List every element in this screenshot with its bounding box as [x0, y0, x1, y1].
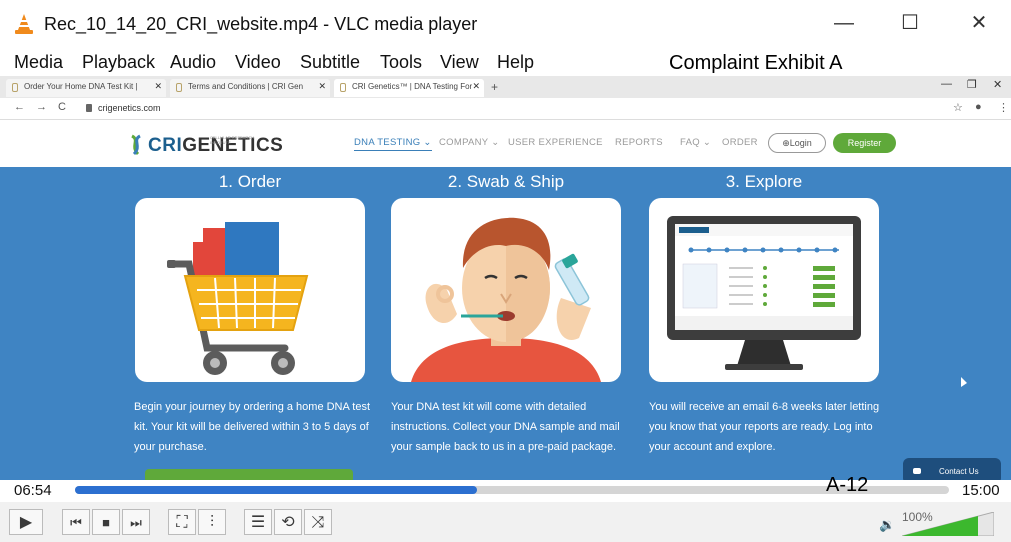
stop-button[interactable]: ■	[92, 509, 120, 535]
menu-help[interactable]: Help	[497, 52, 534, 73]
vlc-title-bar: Rec_10_14_20_CRI_website.mp4 - VLC media…	[0, 0, 1011, 48]
step-desc-swab: Your DNA test kit will come with detaile…	[391, 401, 620, 453]
register-button[interactable]: Register	[833, 133, 896, 153]
dna-logo-icon	[131, 134, 141, 156]
play-button[interactable]: ▶	[9, 509, 43, 535]
login-button[interactable]: ⊕Login	[768, 133, 826, 153]
close-button[interactable]: ✕	[966, 10, 992, 36]
contact-us-button[interactable]: Contact Us	[903, 458, 1001, 480]
exhibit-label: Complaint Exhibit A	[669, 52, 843, 74]
browser-tab-active[interactable]: CRI Genetics™ | DNA Testing For ✕	[334, 79, 484, 97]
order-card	[135, 198, 365, 382]
seek-bar[interactable]	[75, 486, 949, 494]
chat-bubble-icon	[913, 468, 921, 474]
vlc-controls: ▶ ⏮ ■ ⏭ ⛶ ⫶ ☰ ⟲ ⤨ 🔉 100%	[0, 502, 1011, 542]
favicon-icon	[176, 83, 182, 92]
explore-card	[649, 198, 879, 382]
step-desc-order: Begin your journey by ordering a home DN…	[134, 401, 371, 453]
browser-restore-button[interactable]: ❐	[967, 78, 977, 91]
browser-tab[interactable]: Order Your Home DNA Test Kit | ✕	[6, 79, 166, 97]
bookmark-star-icon[interactable]: ☆	[953, 101, 963, 114]
tab-title: Terms and Conditions | CRI Gen	[188, 82, 304, 91]
shuffle-button[interactable]: ⤨	[304, 509, 332, 535]
step-title-swab: 2. Swab & Ship	[447, 172, 565, 191]
loop-button[interactable]: ⟲	[274, 509, 302, 535]
next-button[interactable]: ⏭	[122, 509, 150, 535]
tab-close-icon[interactable]: ✕	[154, 81, 162, 92]
elapsed-time: 06:54	[14, 482, 52, 499]
computer-monitor-illustration	[667, 216, 861, 370]
minimize-button[interactable]: —	[831, 10, 857, 36]
logo-tagline: CELLULAR RESEARCH INSTITUTE	[210, 135, 255, 145]
seek-progress	[75, 486, 478, 494]
mouse-cursor-icon	[961, 377, 967, 387]
nav-faq[interactable]: FAQ ⌄	[680, 137, 711, 148]
nav-reports[interactable]: REPORTS	[615, 137, 663, 148]
swab-ship-card	[391, 198, 621, 382]
exhibit-page-label: A-12	[826, 474, 869, 496]
browser-minimize-button[interactable]: —	[941, 78, 952, 90]
shopping-cart-icon	[167, 222, 309, 375]
nav-dna-testing[interactable]: DNA TESTING ⌄	[354, 137, 432, 151]
nav-order[interactable]: ORDER	[722, 137, 758, 148]
order-now-button[interactable]	[145, 469, 353, 480]
lock-icon	[86, 104, 92, 112]
extended-settings-button[interactable]: ⫶	[198, 509, 226, 535]
vlc-seek-row: 06:54 A-12 15:00	[0, 474, 1011, 502]
browser-tab-strip: Order Your Home DNA Test Kit | ✕ Terms a…	[0, 76, 1011, 98]
total-time: 15:00	[962, 482, 1000, 499]
browser-menu-icon[interactable]: ⋮	[998, 101, 1009, 114]
new-tab-button[interactable]: +	[491, 80, 498, 94]
previous-button[interactable]: ⏮	[62, 509, 90, 535]
menu-subtitle[interactable]: Subtitle	[300, 52, 360, 73]
favicon-icon	[12, 83, 18, 92]
tab-close-icon[interactable]: ✕	[318, 81, 326, 92]
browser-address-bar: ← → C crigenetics.com ☆ ● ⋮	[0, 98, 1011, 120]
tab-title: Order Your Home DNA Test Kit |	[24, 82, 138, 91]
tab-title: CRI Genetics™ | DNA Testing For	[352, 82, 473, 91]
volume-percent: 100%	[902, 510, 933, 524]
back-arrow-icon[interactable]: ←	[14, 101, 25, 113]
vlc-menu-bar: Media Playback Audio Video Subtitle Tool…	[0, 50, 1011, 76]
menu-view[interactable]: View	[440, 52, 479, 73]
site-header: CRIGENETICS CELLULAR RESEARCH INSTITUTE …	[0, 120, 1011, 167]
menu-media[interactable]: Media	[14, 52, 63, 73]
browser-tab[interactable]: Terms and Conditions | CRI Gen ✕	[170, 79, 330, 97]
window-title: Rec_10_14_20_CRI_website.mp4 - VLC media…	[44, 14, 478, 34]
account-icon[interactable]: ●	[975, 101, 982, 113]
menu-video[interactable]: Video	[235, 52, 281, 73]
contact-us-label: Contact Us	[939, 467, 979, 476]
step-title-explore: 3. Explore	[725, 172, 803, 191]
favicon-icon	[340, 83, 346, 92]
menu-tools[interactable]: Tools	[380, 52, 422, 73]
speaker-icon[interactable]: 🔉	[879, 517, 895, 533]
menu-playback[interactable]: Playback	[82, 52, 155, 73]
step-desc-explore: You will receive an email 6-8 weeks late…	[649, 401, 880, 453]
logo-main: CRI	[148, 135, 183, 156]
nav-user-experience[interactable]: USER EXPERIENCE	[508, 137, 603, 148]
browser-close-button[interactable]: ✕	[993, 78, 1002, 91]
fullscreen-button[interactable]: ⛶	[168, 509, 196, 535]
playlist-button[interactable]: ☰	[244, 509, 272, 535]
tab-close-icon[interactable]: ✕	[472, 81, 480, 92]
reload-icon[interactable]: C	[58, 101, 66, 113]
step-title-order: 1. Order	[218, 172, 282, 191]
maximize-button[interactable]: ☐	[897, 10, 923, 36]
vlc-cone-icon	[15, 14, 33, 34]
person-swab-illustration	[411, 217, 601, 382]
url-field[interactable]: crigenetics.com	[98, 103, 161, 113]
how-it-works-section: 1. Order 2. Swab & Ship 3. Explore Begin…	[0, 167, 1011, 480]
nav-company[interactable]: COMPANY ⌄	[439, 137, 499, 148]
menu-audio[interactable]: Audio	[170, 52, 216, 73]
forward-arrow-icon[interactable]: →	[36, 101, 47, 113]
